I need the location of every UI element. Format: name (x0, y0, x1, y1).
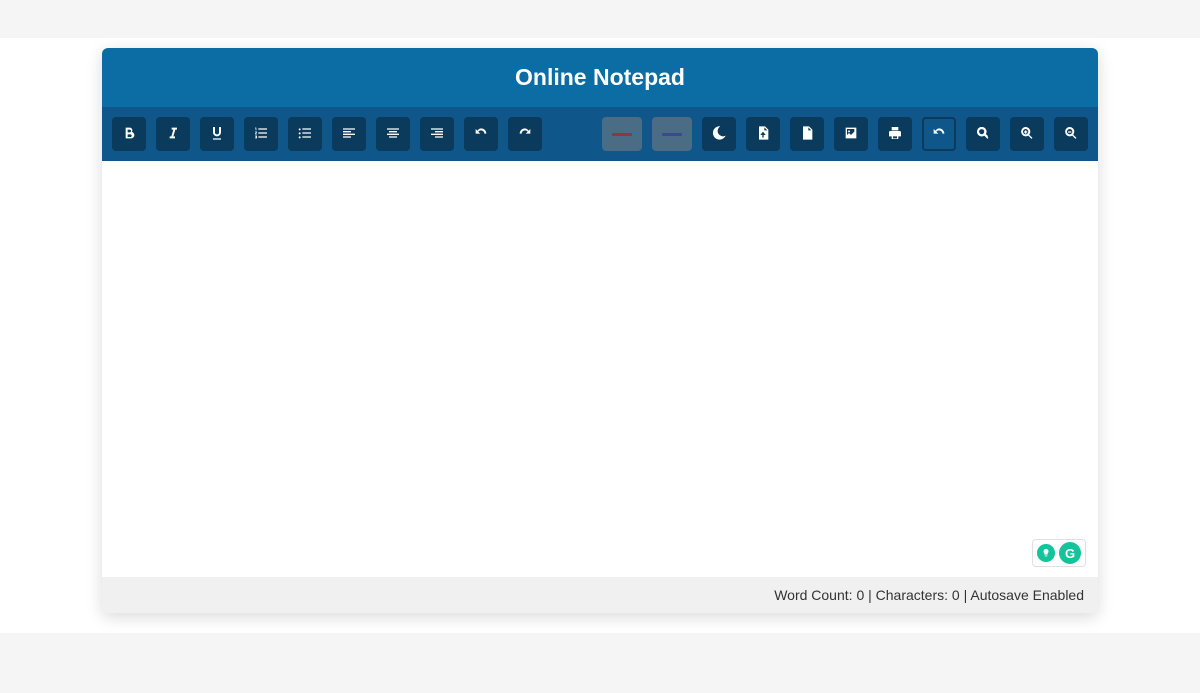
italic-icon (165, 125, 181, 144)
align-right-button[interactable] (420, 117, 454, 151)
unordered-list-button[interactable] (288, 117, 322, 151)
highlight-color-button[interactable] (652, 117, 692, 151)
zoom-in-button[interactable] (1010, 117, 1044, 151)
insert-image-button[interactable] (834, 117, 868, 151)
italic-button[interactable] (156, 117, 190, 151)
highlight-color-icon (662, 133, 682, 136)
unordered-list-icon (297, 125, 313, 144)
status-sep-2: | (960, 587, 971, 603)
app-title-bar: Online Notepad (102, 48, 1098, 107)
undo-button[interactable] (464, 117, 498, 151)
editor-textarea[interactable] (102, 161, 1098, 577)
characters-label: Characters: (876, 587, 952, 603)
align-left-button[interactable] (332, 117, 366, 151)
text-color-button[interactable] (602, 117, 642, 151)
notepad-app: Online Notepad (102, 48, 1098, 613)
bold-icon (121, 125, 137, 144)
toolbar (102, 107, 1098, 161)
page-background-top (0, 0, 1200, 38)
download-txt-button[interactable] (746, 117, 780, 151)
reset-button[interactable] (922, 117, 956, 151)
page-background-bottom (0, 633, 1200, 693)
search-icon (975, 125, 991, 144)
zoom-out-button[interactable] (1054, 117, 1088, 151)
zoom-in-icon (1019, 125, 1035, 144)
undo-icon (473, 125, 489, 144)
underline-button[interactable] (200, 117, 234, 151)
print-icon (887, 125, 903, 144)
bold-button[interactable] (112, 117, 146, 151)
wordcount-label: Word Count: (774, 587, 856, 603)
download-doc-button[interactable] (790, 117, 824, 151)
dark-mode-button[interactable] (702, 117, 736, 151)
editor-area: G (102, 161, 1098, 577)
zoom-out-icon (1063, 125, 1079, 144)
redo-icon (517, 125, 533, 144)
grammarly-badge-wrap[interactable]: G (1032, 539, 1086, 567)
ordered-list-icon (253, 125, 269, 144)
lightbulb-icon (1037, 544, 1055, 562)
reset-icon (931, 125, 947, 144)
ordered-list-button[interactable] (244, 117, 278, 151)
app-title: Online Notepad (515, 64, 685, 90)
file-doc-icon (799, 125, 815, 144)
align-right-icon (429, 125, 445, 144)
align-center-button[interactable] (376, 117, 410, 151)
characters-value: 0 (952, 587, 960, 603)
redo-button[interactable] (508, 117, 542, 151)
file-download-icon (755, 125, 771, 144)
underline-icon (209, 125, 225, 144)
align-left-icon (341, 125, 357, 144)
page-main: Online Notepad (0, 38, 1200, 633)
text-color-icon (612, 133, 632, 136)
status-bar: Word Count: 0 | Characters: 0 | Autosave… (102, 577, 1098, 613)
align-center-icon (385, 125, 401, 144)
zoom-button[interactable] (966, 117, 1000, 151)
autosave-label: Autosave Enabled (970, 587, 1084, 603)
print-button[interactable] (878, 117, 912, 151)
image-icon (843, 125, 859, 144)
moon-icon (711, 125, 727, 144)
grammarly-icon: G (1059, 542, 1081, 564)
status-sep-1: | (864, 587, 875, 603)
